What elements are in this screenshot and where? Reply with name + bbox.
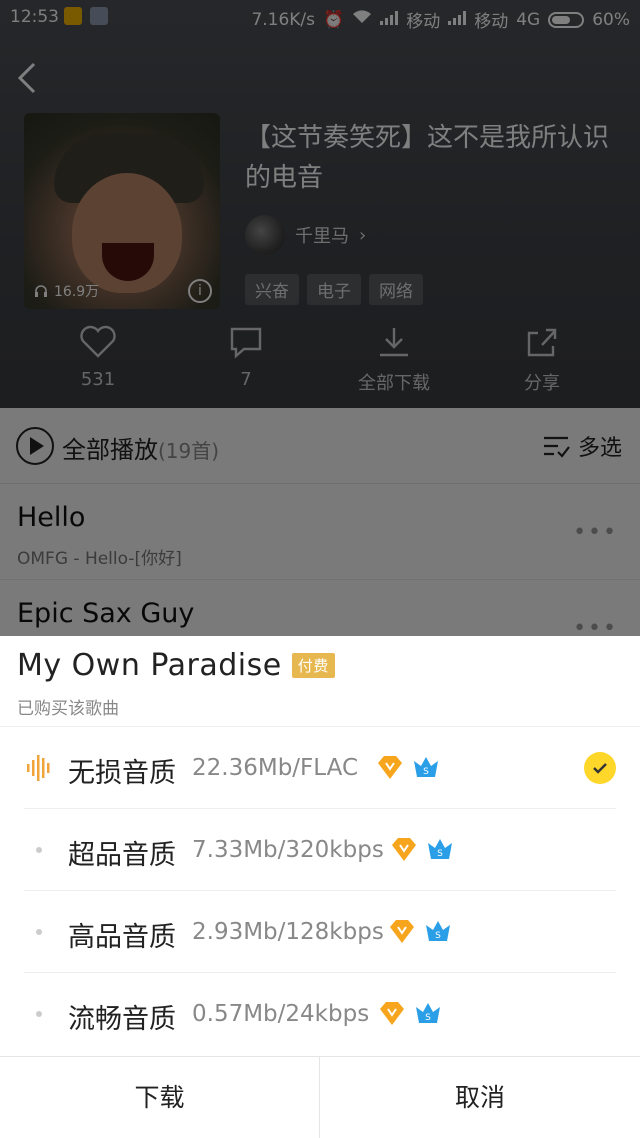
download-button[interactable]: 下载 (0, 1057, 320, 1138)
quality-name: 超品音质 (68, 840, 176, 871)
sheet-song-title: My Own Paradise 付费 (17, 648, 335, 683)
download-quality-sheet: My Own Paradise 付费 已购买该歌曲 无损音质 22.36Mb/F… (0, 636, 640, 1138)
quality-size: 7.33Mb/320kbps (192, 837, 384, 863)
crown-vip-icon: S (414, 757, 438, 777)
bullet-icon (36, 847, 42, 853)
sheet-button-bar: 下载 取消 (0, 1056, 640, 1138)
svg-text:S: S (437, 849, 443, 859)
cancel-button[interactable]: 取消 (320, 1057, 640, 1138)
bullet-icon (36, 929, 42, 935)
vip-badges: S (378, 1001, 442, 1027)
diamond-vip-icon (378, 756, 402, 779)
vip-badges: S (390, 837, 454, 863)
vip-badges: S (388, 919, 452, 945)
svg-text:S: S (435, 931, 441, 941)
selected-check-icon (584, 752, 616, 784)
diamond-vip-icon (380, 1002, 404, 1025)
quality-name: 流畅音质 (68, 1004, 176, 1035)
quality-size: 2.93Mb/128kbps (192, 919, 384, 945)
quality-option-lossless[interactable]: 无损音质 22.36Mb/FLAC S (24, 727, 616, 809)
quality-size: 22.36Mb/FLAC (192, 755, 358, 781)
diamond-vip-icon (390, 920, 414, 943)
svg-text:S: S (423, 767, 429, 777)
purchase-status: 已购买该歌曲 (17, 699, 119, 719)
crown-vip-icon: S (426, 921, 450, 941)
quality-size: 0.57Mb/24kbps (192, 1001, 370, 1027)
sound-wave-icon (27, 755, 50, 781)
crown-vip-icon: S (416, 1003, 440, 1023)
quality-option-smooth[interactable]: 流畅音质 0.57Mb/24kbps S (24, 973, 616, 1055)
diamond-vip-icon (392, 838, 416, 861)
paid-badge: 付费 (291, 653, 335, 678)
quality-option-high[interactable]: 高品音质 2.93Mb/128kbps S (24, 891, 616, 973)
vip-badges: S (376, 755, 440, 781)
svg-text:S: S (425, 1013, 431, 1023)
quality-option-super[interactable]: 超品音质 7.33Mb/320kbps S (24, 809, 616, 891)
quality-name: 无损音质 (68, 758, 176, 789)
crown-vip-icon: S (428, 839, 452, 859)
modal-overlay[interactable] (0, 0, 640, 636)
bullet-icon (36, 1011, 42, 1017)
quality-name: 高品音质 (68, 922, 176, 953)
